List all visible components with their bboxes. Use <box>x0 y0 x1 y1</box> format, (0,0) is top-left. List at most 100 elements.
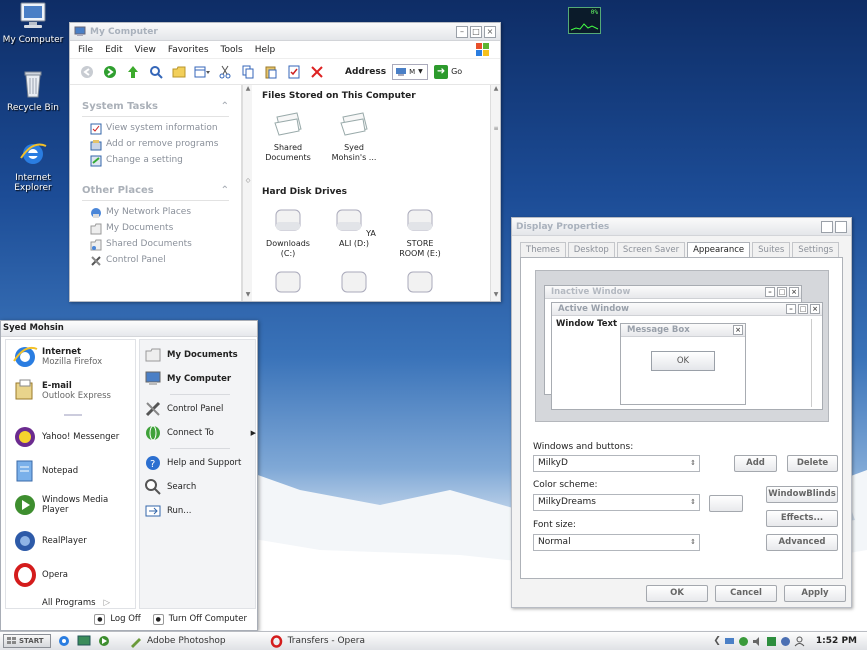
up-folder-button[interactable] <box>124 63 141 80</box>
tray-volume-icon[interactable] <box>752 636 763 647</box>
start-right-run[interactable]: Run... <box>144 502 191 520</box>
start-item-email[interactable]: E-mail Outlook Express <box>12 378 111 404</box>
start-right-help-support[interactable]: ? Help and Support <box>144 454 241 472</box>
folder-shared-documents[interactable]: Shared Documents <box>262 111 314 163</box>
drive-partial[interactable] <box>394 269 446 301</box>
start-item-yahoo-messenger[interactable]: Yahoo! Messenger <box>12 424 119 450</box>
task-adobe-photoshop[interactable]: Adobe Photoshop <box>129 635 226 648</box>
file-pane-scrollbar[interactable]: ▲ ≡ ▼ <box>490 85 500 301</box>
help-button[interactable] <box>821 220 833 233</box>
start-item-opera[interactable]: Opera <box>12 562 68 588</box>
windowblinds-button[interactable]: WindowBlinds <box>766 486 838 503</box>
menu-view[interactable]: View <box>135 45 156 55</box>
scroll-thumb-icon[interactable]: ≡ <box>491 125 501 135</box>
turn-off-computer-button[interactable]: ● Turn Off Computer <box>152 613 247 625</box>
drive-e[interactable]: STORE ROOM (E:) <box>394 207 446 259</box>
menu-favorites[interactable]: Favorites <box>168 45 209 55</box>
start-right-my-documents[interactable]: My Documents <box>144 346 238 364</box>
start-item-internet[interactable]: Internet Mozilla Firefox <box>12 344 102 370</box>
go-button[interactable]: ➜ Go <box>434 64 462 79</box>
copy-button[interactable] <box>239 63 256 80</box>
tray-expand-icon[interactable]: ❮ <box>713 636 721 646</box>
forward-button[interactable] <box>101 63 118 80</box>
delete-button[interactable]: Delete <box>787 455 838 472</box>
place-my-network-places[interactable]: My Network Places <box>90 207 229 219</box>
quicklaunch-browser-icon[interactable] <box>57 634 71 648</box>
all-programs-button[interactable]: All Programs ▷ <box>42 598 110 608</box>
start-right-connect-to[interactable]: Connect To ▶ <box>144 424 256 442</box>
folders-button[interactable] <box>170 63 187 80</box>
tab-appearance[interactable]: Appearance <box>687 242 751 257</box>
collapse-chevron-icon[interactable]: ⌃ <box>221 101 229 112</box>
tray-antivirus-icon[interactable] <box>766 636 777 647</box>
place-control-panel[interactable]: Control Panel <box>90 255 229 267</box>
tray-messenger-icon[interactable] <box>738 636 749 647</box>
properties-button[interactable] <box>285 63 302 80</box>
color-swatch-button[interactable] <box>709 495 743 512</box>
maximize-button[interactable]: □ <box>470 25 482 38</box>
cancel-button[interactable]: Cancel <box>715 585 777 602</box>
search-button[interactable] <box>147 63 164 80</box>
my-computer-titlebar[interactable]: My Computer – □ × <box>70 23 500 41</box>
tab-settings[interactable]: Settings <box>792 242 840 257</box>
views-button[interactable] <box>193 63 210 80</box>
menu-tools[interactable]: Tools <box>221 45 243 55</box>
tray-user-icon[interactable] <box>794 636 805 647</box>
system-tasks-header[interactable]: System Tasks ⌃ <box>82 97 229 117</box>
tray-network-icon[interactable] <box>724 636 735 647</box>
task-change-setting[interactable]: Change a setting <box>90 155 229 167</box>
other-places-header[interactable]: Other Places ⌃ <box>82 181 229 201</box>
font-size-select[interactable]: Normal ⇕ <box>533 534 700 551</box>
windows-buttons-select[interactable]: MilkyD ⇕ <box>533 455 700 472</box>
menu-edit[interactable]: Edit <box>105 45 122 55</box>
paste-button[interactable] <box>262 63 279 80</box>
start-right-control-panel[interactable]: Control Panel <box>144 400 223 418</box>
task-pane-scrollbar[interactable]: ▲ ◇ ▼ <box>242 85 252 301</box>
tab-desktop[interactable]: Desktop <box>567 242 615 257</box>
task-transfers-opera[interactable]: Transfers - Opera <box>270 634 365 648</box>
quicklaunch-desktop-icon[interactable] <box>77 634 91 648</box>
drive-partial[interactable] <box>328 269 380 301</box>
desktop-icon-internet-explorer[interactable]: Internet Explorer <box>0 140 66 193</box>
delete-button[interactable] <box>308 63 325 80</box>
start-button[interactable]: START <box>3 634 51 648</box>
menu-file[interactable]: File <box>78 45 93 55</box>
back-button[interactable] <box>78 63 95 80</box>
display-properties-titlebar[interactable]: Display Properties <box>512 218 851 236</box>
place-my-documents[interactable]: My Documents <box>90 223 229 235</box>
log-off-button[interactable]: ● Log Off <box>94 613 141 625</box>
advanced-button[interactable]: Advanced <box>766 534 838 551</box>
scroll-up-icon[interactable]: ▲ <box>491 85 501 95</box>
add-button[interactable]: Add <box>734 455 777 472</box>
color-scheme-select[interactable]: MilkyDreams ⇕ <box>533 494 700 511</box>
desktop-icon-my-computer[interactable]: My Computer <box>0 2 66 45</box>
tab-suites[interactable]: Suites <box>752 242 791 257</box>
taskbar-clock[interactable]: 1:52 PM <box>816 636 857 646</box>
tray-app-icon[interactable] <box>780 636 791 647</box>
drive-partial[interactable] <box>262 269 314 301</box>
tab-themes[interactable]: Themes <box>520 242 566 257</box>
address-combo[interactable]: M ▼ <box>392 63 429 80</box>
ok-button[interactable]: OK <box>646 585 708 602</box>
apply-button[interactable]: Apply <box>784 585 846 602</box>
place-shared-documents[interactable]: Shared Documents <box>90 239 229 251</box>
close-button[interactable] <box>835 220 847 233</box>
start-right-search[interactable]: Search <box>144 478 196 496</box>
quicklaunch-media-icon[interactable] <box>97 634 111 648</box>
tab-screen-saver[interactable]: Screen Saver <box>616 242 686 257</box>
folder-syed-mohsin[interactable]: Syed Mohsin's ... <box>328 111 380 163</box>
start-item-windows-media-player[interactable]: Windows Media Player <box>12 492 112 518</box>
desktop-icon-recycle-bin[interactable]: Recycle Bin <box>0 70 66 113</box>
minimize-button[interactable]: – <box>456 25 468 38</box>
collapse-chevron-icon[interactable]: ⌃ <box>221 185 229 196</box>
cut-button[interactable] <box>216 63 233 80</box>
effects-button[interactable]: Effects... <box>766 510 838 527</box>
start-item-notepad[interactable]: Notepad <box>12 458 78 484</box>
drive-d[interactable]: YA ALI (D:) <box>328 207 380 259</box>
start-item-realplayer[interactable]: RealPlayer <box>12 528 87 554</box>
task-view-system-info[interactable]: View system information <box>90 123 229 135</box>
scroll-down-icon[interactable]: ▼ <box>491 291 501 301</box>
menu-help[interactable]: Help <box>255 45 276 55</box>
start-right-my-computer[interactable]: My Computer <box>144 370 231 388</box>
task-add-remove-programs[interactable]: Add or remove programs <box>90 139 229 151</box>
